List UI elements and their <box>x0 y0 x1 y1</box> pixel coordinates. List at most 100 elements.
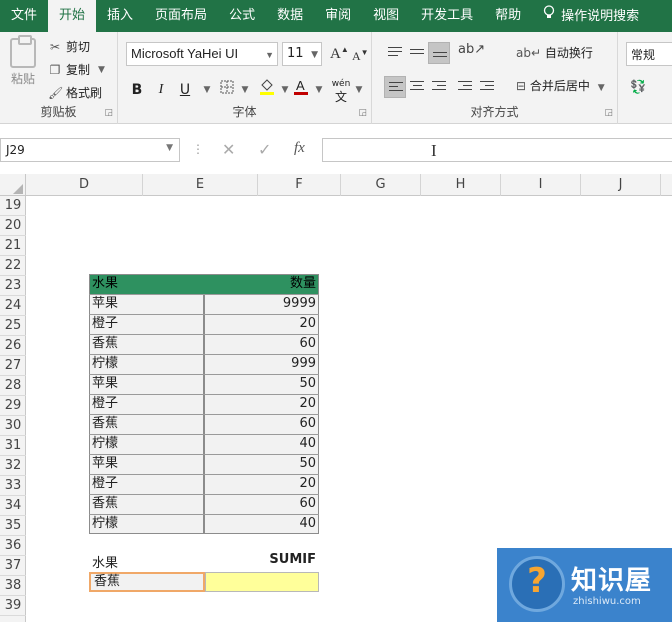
chevron-down-icon[interactable]: ▼ <box>234 78 256 102</box>
svg-text:A: A <box>296 78 305 93</box>
accounting-format-button[interactable]: 💱 <box>630 80 646 95</box>
cut-button[interactable]: ✂ 剪切 <box>48 38 90 55</box>
name-box[interactable]: J29 ▼ <box>0 138 180 162</box>
row-header[interactable]: 32 <box>0 456 26 476</box>
criteria-label[interactable]: 水果 <box>92 552 118 571</box>
decrease-font-size-button[interactable]: A▼ <box>352 48 369 64</box>
row-header[interactable]: 28 <box>0 376 26 396</box>
paste-button[interactable]: 粘贴 <box>8 35 38 87</box>
table-grid-line <box>89 454 319 455</box>
row-header[interactable]: 27 <box>0 356 26 376</box>
row-header[interactable]: 22 <box>0 256 26 276</box>
column-header-e[interactable]: E <box>143 174 258 196</box>
sumif-result-cell[interactable] <box>205 572 319 592</box>
row-header[interactable]: 37 <box>0 556 26 576</box>
select-all-button[interactable] <box>0 174 26 196</box>
column-header-g[interactable]: G <box>341 174 421 196</box>
text-angle-icon: ab↗ <box>458 42 486 57</box>
row-headers: 19 20 21 22 23 24 25 26 27 28 29 30 31 3… <box>0 196 26 622</box>
bold-button[interactable]: B <box>126 78 148 102</box>
tab-help[interactable]: 帮助 <box>484 0 532 32</box>
row-header[interactable]: 35 <box>0 516 26 536</box>
chevron-down-icon[interactable]: ▼ <box>196 78 218 102</box>
tab-view[interactable]: 视图 <box>362 0 410 32</box>
format-painter-button[interactable]: 🖌 格式刷 <box>48 84 102 101</box>
align-left-button[interactable] <box>384 76 406 98</box>
row-header[interactable]: 20 <box>0 216 26 236</box>
align-top-button[interactable] <box>384 42 406 64</box>
dialog-launcher-icon[interactable]: ◲ <box>104 108 113 118</box>
row-header[interactable]: 19 <box>0 196 26 216</box>
orientation-button[interactable]: ab↗ <box>458 42 485 64</box>
decrease-indent-button[interactable] <box>454 76 476 98</box>
increase-font-size-button[interactable]: A▲ <box>330 45 349 63</box>
chevron-down-icon[interactable]: ▼ <box>348 78 370 102</box>
lightbulb-icon <box>543 0 555 32</box>
alignment-group: ab↗ ab↵ 自动换行 ⊟ 合并后居中 ▼ 对齐方式 ◲ <box>372 32 618 124</box>
align-right-button[interactable] <box>428 76 450 98</box>
wrap-text-button[interactable]: ab↵ 自动换行 <box>516 44 593 61</box>
table-grid-line <box>89 294 319 295</box>
column-headers: D E F G H I J <box>0 174 672 196</box>
paintbrush-icon: 🖌 <box>48 85 64 100</box>
watermark-title: 知识屋 <box>571 566 653 596</box>
row-header[interactable]: 26 <box>0 336 26 356</box>
align-bottom-button[interactable] <box>428 42 450 64</box>
dialog-launcher-icon[interactable]: ◲ <box>358 108 367 118</box>
font-size-value: 11 <box>287 46 304 61</box>
row-header[interactable]: 38 <box>0 576 26 596</box>
number-format-select[interactable]: 常规 <box>626 42 672 66</box>
column-header-j[interactable]: J <box>581 174 661 196</box>
copy-button[interactable]: ❐ 复制 ▼ <box>48 61 105 78</box>
row-header[interactable]: 30 <box>0 416 26 436</box>
row-header[interactable]: 23 <box>0 276 26 296</box>
row-header[interactable]: 24 <box>0 296 26 316</box>
column-header-f[interactable]: F <box>258 174 341 196</box>
merge-center-button[interactable]: ⊟ 合并后居中 ▼ <box>516 77 605 94</box>
scissors-icon: ✂ <box>49 39 61 54</box>
column-header-h[interactable]: H <box>421 174 501 196</box>
tab-file[interactable]: 文件 <box>0 0 48 32</box>
cancel-icon[interactable]: ✕ <box>222 140 235 159</box>
tab-page-layout[interactable]: 页面布局 <box>144 0 218 32</box>
drag-handle-icon[interactable]: ⋮ <box>192 142 204 156</box>
font-size-select[interactable]: 11 ▼ <box>282 42 322 66</box>
font-name-select[interactable]: Microsoft YaHei UI ▼ <box>126 42 278 66</box>
name-box-value: J29 <box>6 143 25 157</box>
chevron-down-icon: ▼ <box>597 83 605 93</box>
row-header[interactable]: 34 <box>0 496 26 516</box>
sumif-label[interactable]: SUMIF <box>206 552 316 567</box>
tab-insert[interactable]: 插入 <box>96 0 144 32</box>
criteria-input-cell[interactable]: 香蕉 <box>89 572 205 592</box>
chevron-down-icon[interactable]: ▼ <box>308 78 330 102</box>
italic-button[interactable]: I <box>150 78 172 102</box>
check-icon[interactable]: ✓ <box>258 140 271 159</box>
column-header-d[interactable]: D <box>26 174 143 196</box>
row-header[interactable]: 29 <box>0 396 26 416</box>
alignment-group-label: 对齐方式 <box>470 105 519 119</box>
row-header[interactable]: 25 <box>0 316 26 336</box>
align-center-button[interactable] <box>406 76 428 98</box>
row-header[interactable]: 39 <box>0 596 26 616</box>
row-header[interactable]: 21 <box>0 236 26 256</box>
increase-indent-button[interactable] <box>476 76 498 98</box>
row-header[interactable]: 31 <box>0 436 26 456</box>
format-painter-label: 格式刷 <box>66 86 103 100</box>
formula-input[interactable]: I <box>322 138 672 162</box>
clipboard-group: 粘贴 ✂ 剪切 ❐ 复制 ▼ 🖌 格式刷 剪贴板 ◲ <box>0 32 118 124</box>
tab-data[interactable]: 数据 <box>266 0 314 32</box>
insert-function-button[interactable]: fx <box>294 140 305 157</box>
tell-me-search[interactable]: 操作说明搜索 <box>532 0 650 32</box>
tab-formulas[interactable]: 公式 <box>218 0 266 32</box>
row-header[interactable]: 36 <box>0 536 26 556</box>
row-header[interactable]: 33 <box>0 476 26 496</box>
dialog-launcher-icon[interactable]: ◲ <box>604 108 613 118</box>
align-middle-button[interactable] <box>406 42 428 64</box>
wrap-text-label: 自动换行 <box>544 46 593 60</box>
tab-review[interactable]: 审阅 <box>314 0 362 32</box>
column-header-i[interactable]: I <box>501 174 581 196</box>
copy-icon: ❐ <box>49 62 61 77</box>
tab-developer[interactable]: 开发工具 <box>410 0 484 32</box>
tab-home[interactable]: 开始 <box>48 0 97 32</box>
underline-button[interactable]: U <box>174 78 196 102</box>
